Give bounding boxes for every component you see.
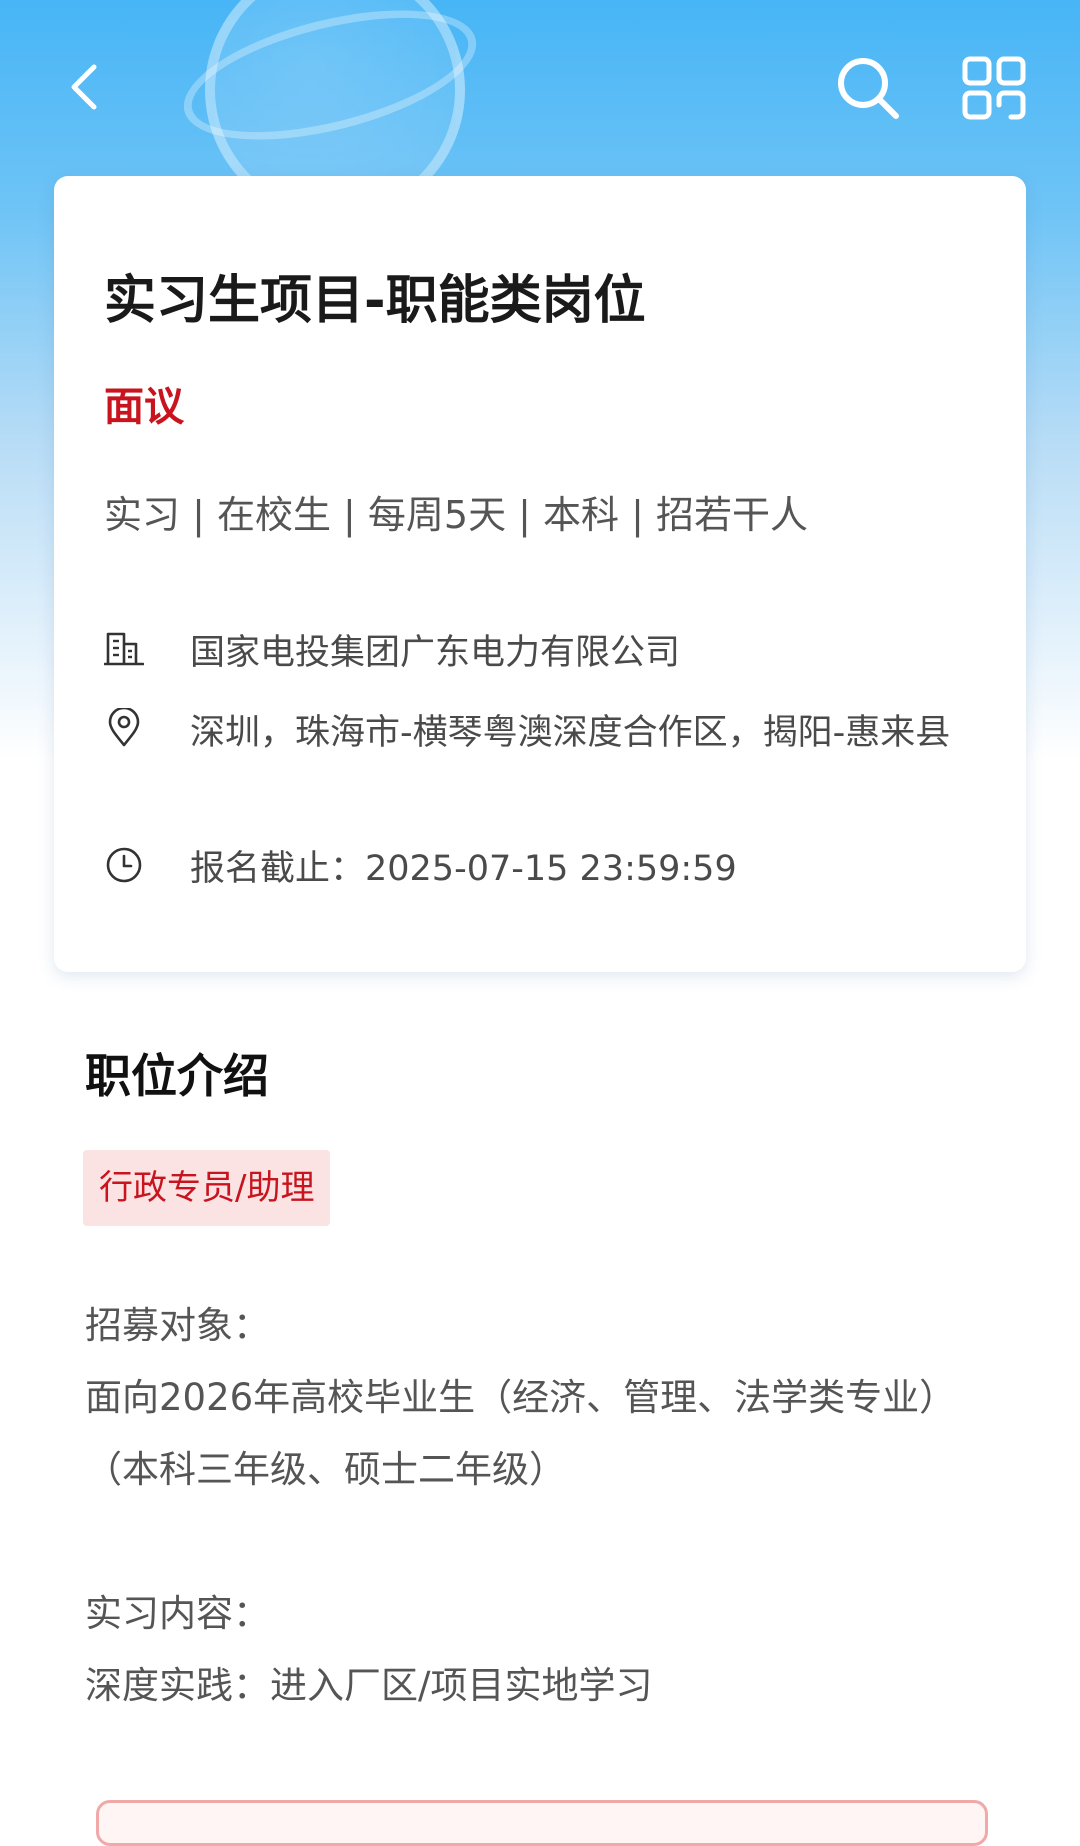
recruit-label: 招募对象： [85, 1304, 270, 1347]
content-item: 深度实践：进入厂区/项目实地学习 [85, 1664, 653, 1707]
deadline-text: 报名截止：2025-07-15 23:59:59 [190, 849, 737, 889]
job-description: 招募对象： 面向2026年高校毕业生（经济、管理、法学类专业） （本科三年级、硕… [85, 1290, 985, 1722]
content-label: 实习内容： [85, 1592, 270, 1635]
top-bar [0, 0, 1080, 175]
company-name: 国家电投集团广东电力有限公司 [190, 633, 681, 673]
job-summary-card: 实习生项目-职能类岗位 面议 实习 | 在校生 | 每周5天 | 本科 | 招若… [54, 176, 1026, 972]
location-row: 深圳，珠海市-横琴粤澳深度合作区，揭阳-惠来县 [104, 704, 984, 762]
chevron-left-icon [71, 64, 97, 110]
section-title-job-intro: 职位介绍 [85, 1049, 269, 1103]
job-title: 实习生项目-职能类岗位 [104, 271, 646, 331]
recruit-grade: （本科三年级、硕士二年级） [85, 1448, 566, 1491]
salary-label: 面议 [104, 384, 184, 430]
search-button[interactable] [832, 52, 904, 124]
job-category-tag[interactable]: 行政专员/助理 [83, 1150, 331, 1226]
clock-icon [106, 847, 142, 883]
search-icon [838, 58, 899, 119]
recruit-target: 面向2026年高校毕业生（经济、管理、法学类专业） [85, 1376, 957, 1419]
job-tags: 实习 | 在校生 | 每周5天 | 本科 | 招若干人 [104, 493, 809, 537]
apps-button[interactable] [958, 52, 1030, 124]
grid-icon [962, 56, 1026, 120]
deadline-row: 报名截止：2025-07-15 23:59:59 [104, 840, 984, 898]
location-pin-icon [108, 708, 140, 747]
back-button[interactable] [52, 55, 116, 119]
highlight-box [96, 1800, 988, 1846]
building-icon [104, 632, 144, 666]
location-text: 深圳，珠海市-横琴粤澳深度合作区，揭阳-惠来县 [190, 713, 951, 753]
company-row[interactable]: 国家电投集团广东电力有限公司 [104, 624, 984, 682]
